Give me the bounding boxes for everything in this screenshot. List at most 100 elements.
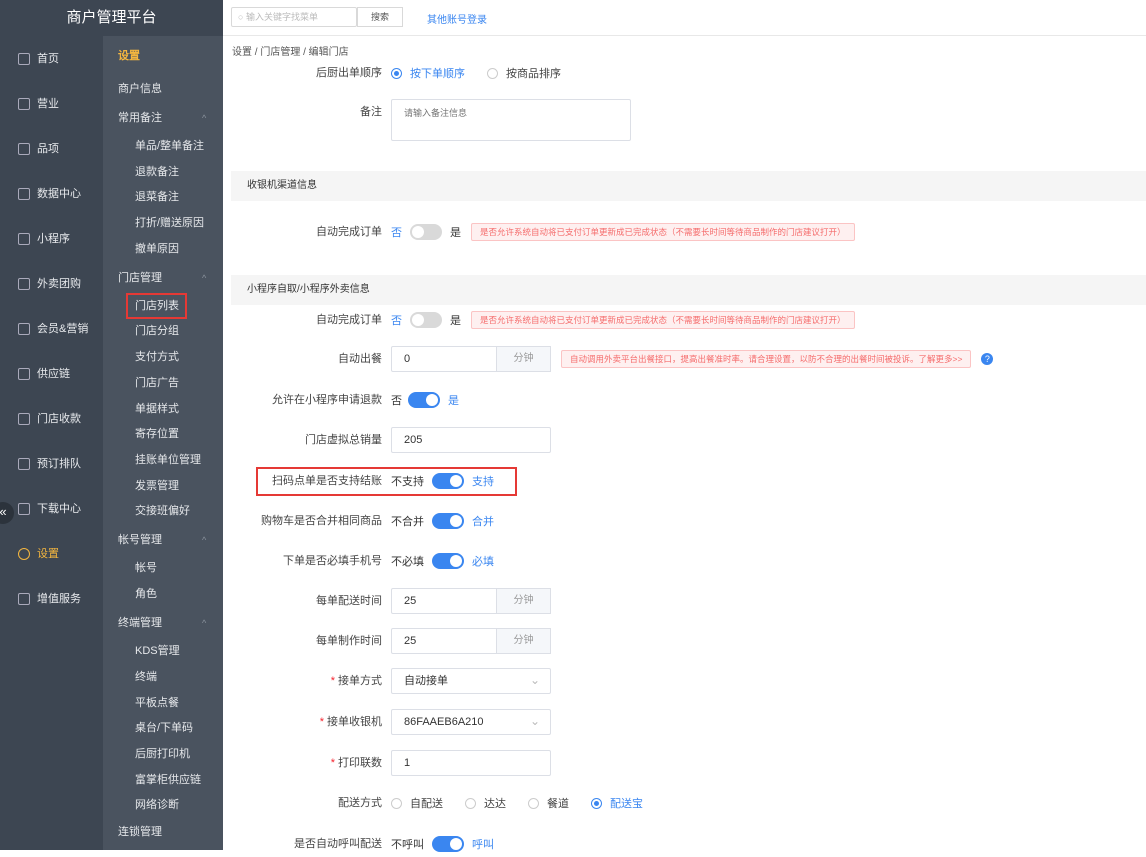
switch-on-text: 合并: [472, 516, 494, 528]
subnav-item-9[interactable]: 门店分组: [135, 322, 179, 340]
subnav-item-15[interactable]: 发票管理: [135, 477, 179, 495]
nav-item-11[interactable]: 设置: [18, 544, 59, 564]
nav-item-7[interactable]: 供应链: [18, 364, 70, 384]
print-copies-input[interactable]: 1: [391, 750, 551, 776]
subnav-item-28[interactable]: 连锁管理: [118, 823, 162, 841]
nav-item-9[interactable]: 预订排队: [18, 454, 81, 474]
subnav-item-6[interactable]: 撤单原因: [135, 240, 179, 258]
highlight-store-list: [126, 293, 187, 319]
subnav-item-13[interactable]: 寄存位置: [135, 425, 179, 443]
subnav-item-0[interactable]: 商户信息: [118, 80, 162, 98]
radio-candao[interactable]: 餐道: [528, 795, 569, 811]
subnav-item-11[interactable]: 门店广告: [135, 374, 179, 392]
refund-switch[interactable]: [408, 392, 440, 408]
nav-item-8[interactable]: 门店收款: [18, 409, 81, 429]
subnav-item-1[interactable]: 常用备注: [118, 109, 206, 127]
subnav-item-24[interactable]: 桌台/下单码: [135, 719, 193, 737]
nav-item-2[interactable]: 品项: [18, 139, 59, 159]
unit-minutes: 分钟: [497, 588, 551, 614]
nav-item-12[interactable]: 增值服务: [18, 589, 81, 609]
subnav-item-20[interactable]: 终端管理: [118, 614, 206, 632]
takeout-icon: [18, 278, 30, 290]
refund-label: 允许在小程序申请退款: [272, 394, 382, 406]
subnav-item-21[interactable]: KDS管理: [135, 642, 180, 660]
subnav-item-25[interactable]: 后厨打印机: [135, 745, 190, 763]
nav-item-label: 门店收款: [37, 413, 81, 425]
mini-auto-complete-switch[interactable]: [410, 312, 442, 328]
delivery-time-input[interactable]: 25: [391, 588, 497, 614]
nav-item-10[interactable]: 下载中心: [18, 499, 81, 519]
unit-minutes: 分钟: [497, 628, 551, 654]
radio-dada[interactable]: 达达: [465, 795, 506, 811]
switch-on-text: 是: [450, 315, 461, 327]
nav-item-0[interactable]: 首页: [18, 49, 59, 69]
nav-item-6[interactable]: 会员&营销: [18, 319, 88, 339]
menu-search-input[interactable]: ○ 输入关键字找菜单: [231, 7, 357, 27]
subnav-item-7[interactable]: 门店管理: [118, 269, 206, 287]
gear-icon: [18, 548, 30, 560]
section-miniprogram: 小程序自取/小程序外卖信息: [231, 275, 1146, 305]
bag-icon: [18, 143, 30, 155]
nav-item-label: 数据中心: [37, 188, 81, 200]
phone-required-switch[interactable]: [432, 553, 464, 569]
subnav-item-2[interactable]: 单品/整单备注: [135, 137, 204, 155]
radio-order-sequence[interactable]: 按下单顺序: [391, 65, 465, 81]
subnav-item-5[interactable]: 打折/赠送原因: [135, 214, 204, 232]
subnav-item-16[interactable]: 交接班偏好: [135, 502, 190, 520]
subnav-item-22[interactable]: 终端: [135, 668, 157, 686]
mini-auto-complete-label: 自动完成订单: [316, 314, 382, 326]
nav-item-3[interactable]: 数据中心: [18, 184, 81, 204]
nav-item-label: 外卖团购: [37, 278, 81, 290]
subnav-item-3[interactable]: 退款备注: [135, 163, 179, 181]
other-account-login-link[interactable]: 其他账号登录: [427, 11, 487, 26]
cashier-auto-complete-switch[interactable]: [410, 224, 442, 240]
help-icon[interactable]: ?: [981, 353, 994, 365]
remark-label: 备注: [360, 106, 382, 118]
delivery-mode-label: 配送方式: [338, 797, 382, 809]
download-icon: [18, 503, 30, 515]
cart-merge-switch[interactable]: [432, 513, 464, 529]
radio-self-delivery[interactable]: 自配送: [391, 795, 443, 811]
remark-textarea[interactable]: [391, 99, 631, 141]
accept-mode-select[interactable]: 自动接单: [391, 668, 551, 694]
subnav-item-17[interactable]: 帐号管理: [118, 531, 206, 549]
subnav-item-12[interactable]: 单据样式: [135, 400, 179, 418]
nav-item-label: 首页: [37, 53, 59, 65]
virtual-sales-label: 门店虚拟总销量: [305, 434, 382, 446]
auto-meal-input[interactable]: 0: [391, 346, 497, 372]
making-time-input[interactable]: 25: [391, 628, 497, 654]
subnav-item-26[interactable]: 富掌柜供应链: [135, 771, 201, 789]
breadcrumb: 设置 / 门店管理 / 编辑门店: [232, 47, 349, 58]
subnav-item-18[interactable]: 帐号: [135, 559, 157, 577]
share-icon: [18, 188, 30, 200]
nav-item-label: 供应链: [37, 368, 70, 380]
accept-cashier-select[interactable]: 86FAAEB6A210: [391, 709, 551, 735]
switch-off-text: 否: [391, 395, 402, 407]
subnav-item-27[interactable]: 网络诊断: [135, 796, 179, 814]
nav-item-5[interactable]: 外卖团购: [18, 274, 81, 294]
switch-on-text: 是: [450, 227, 461, 239]
switch-off-text: 不合并: [391, 516, 424, 528]
auto-meal-label: 自动出餐: [338, 353, 382, 365]
virtual-sales-input[interactable]: 205: [391, 427, 551, 453]
search-button[interactable]: 搜索: [357, 7, 403, 27]
home-icon: [18, 53, 30, 65]
cashier-auto-complete-tip: 是否允许系统自动将已支付订单更新成已完成状态（不需要长时间等待商品制作的门店建议…: [471, 223, 855, 241]
radio-peisongbao[interactable]: 配送宝: [591, 795, 643, 811]
nav-item-4[interactable]: 小程序: [18, 229, 70, 249]
radio-product-sort[interactable]: 按商品排序: [487, 65, 561, 81]
brand-title: 商户管理平台: [0, 0, 223, 36]
mini-auto-complete-tip: 是否允许系统自动将已支付订单更新成已完成状态（不需要长时间等待商品制作的门店建议…: [471, 311, 855, 329]
subnav-item-23[interactable]: 平板点餐: [135, 694, 179, 712]
nav-item-label: 会员&营销: [37, 323, 89, 335]
subnav-item-19[interactable]: 角色: [135, 585, 157, 603]
phone-icon: [18, 233, 30, 245]
subnav-item-14[interactable]: 挂账单位管理: [135, 451, 201, 469]
nav-item-1[interactable]: 营业: [18, 94, 59, 114]
phone-required-label: 下单是否必填手机号: [283, 555, 382, 567]
accept-cashier-label: * 接单收银机: [319, 716, 382, 728]
switch-on-text: 是: [448, 395, 459, 407]
switch-off-text: 否: [391, 315, 402, 327]
subnav-item-10[interactable]: 支付方式: [135, 348, 179, 366]
subnav-item-4[interactable]: 退菜备注: [135, 188, 179, 206]
